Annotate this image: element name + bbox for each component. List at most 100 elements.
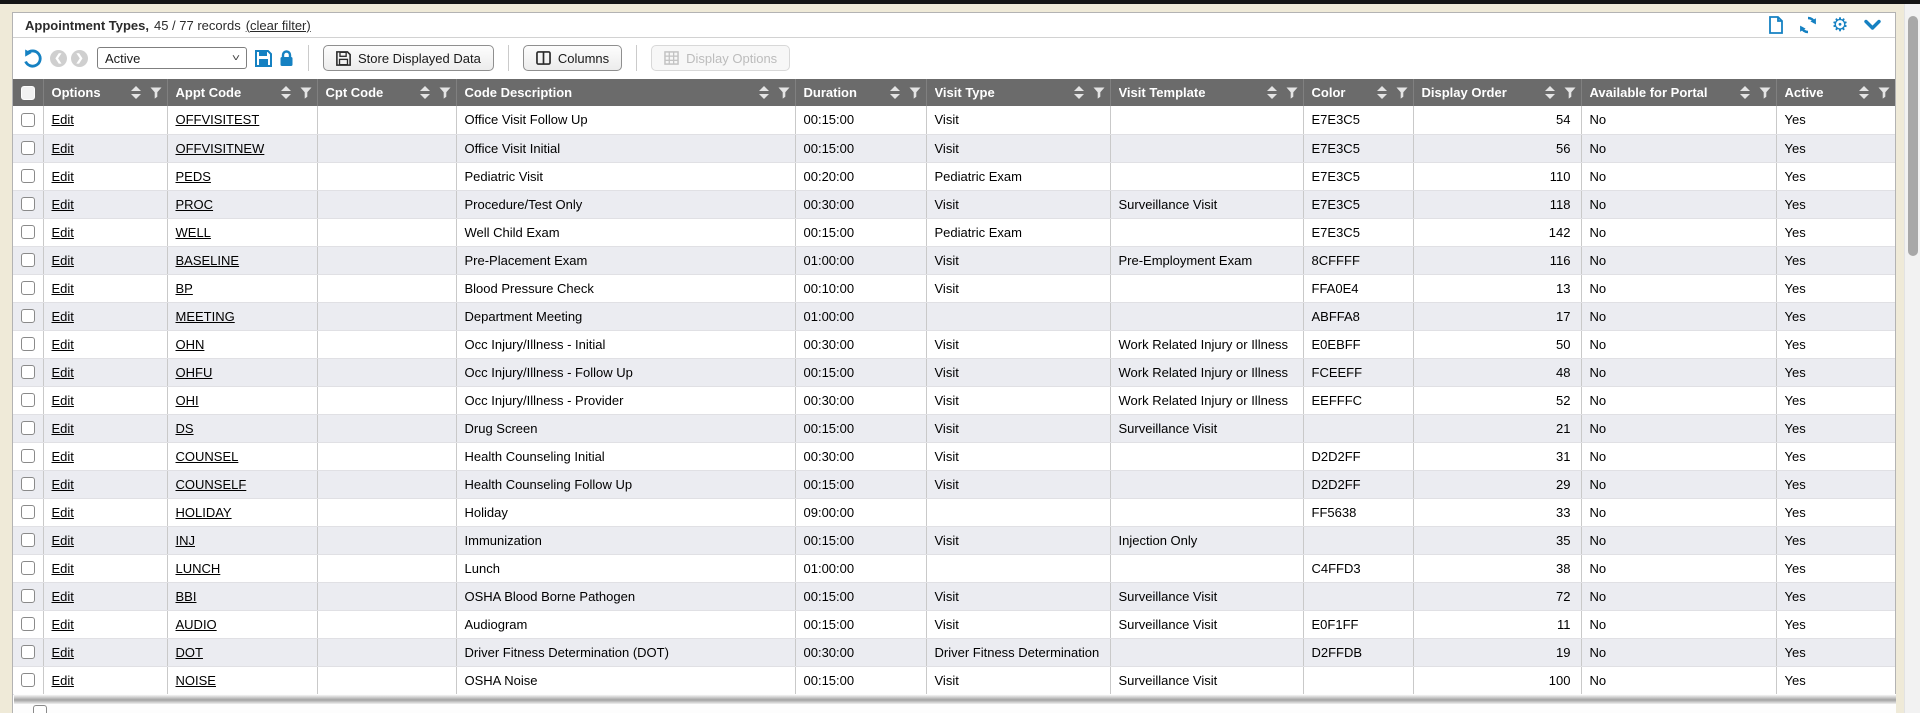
edit-link[interactable]: Edit [52,225,74,240]
sort-icon[interactable] [131,86,141,99]
filter-icon[interactable] [1396,87,1408,99]
edit-link[interactable]: Edit [52,169,74,184]
appt-code-link[interactable]: BBI [176,589,197,604]
row-checkbox[interactable] [21,253,35,267]
row-checkbox[interactable] [21,337,35,351]
filter-icon[interactable] [150,87,162,99]
edit-link[interactable]: Edit [52,617,74,632]
appt-code-link[interactable]: PROC [176,197,214,212]
row-checkbox[interactable] [21,617,35,631]
edit-link[interactable]: Edit [52,673,74,688]
row-checkbox[interactable] [21,141,35,155]
filter-icon[interactable] [909,87,921,99]
appt-code-link[interactable]: HOLIDAY [176,505,232,520]
row-checkbox[interactable] [21,421,35,435]
edit-link[interactable]: Edit [52,533,74,548]
row-checkbox[interactable] [21,309,35,323]
filter-icon[interactable] [1759,87,1771,99]
edit-link[interactable]: Edit [52,337,74,352]
appt-code-link[interactable]: OFFVISITNEW [176,141,265,156]
edit-link[interactable]: Edit [52,449,74,464]
select-all-checkbox[interactable] [21,86,35,100]
row-checkbox[interactable] [21,281,35,295]
row-checkbox[interactable] [21,169,35,183]
appt-code-link[interactable]: INJ [176,533,196,548]
edit-link[interactable]: Edit [52,197,74,212]
filter-icon[interactable] [1564,87,1576,99]
vertical-scrollbar-track[interactable] [1904,4,1920,713]
edit-link[interactable]: Edit [52,393,74,408]
lock-icon[interactable] [279,50,294,67]
page-prev-icon[interactable]: ❮ [50,50,67,67]
edit-link[interactable]: Edit [52,365,74,380]
sort-icon[interactable] [1074,86,1084,99]
edit-link[interactable]: Edit [52,112,74,127]
appt-code-link[interactable]: AUDIO [176,617,217,632]
edit-link[interactable]: Edit [52,281,74,296]
appt-code-link[interactable]: MEETING [176,309,235,324]
row-checkbox[interactable] [21,645,35,659]
edit-link[interactable]: Edit [52,309,74,324]
page-next-icon[interactable]: ❯ [71,50,88,67]
columns-button[interactable]: Columns [523,45,622,71]
appt-code-link[interactable]: COUNSELF [176,477,247,492]
edit-link[interactable]: Edit [52,589,74,604]
refresh-icon[interactable] [1799,16,1817,34]
edit-link[interactable]: Edit [52,505,74,520]
row-checkbox[interactable] [21,225,35,239]
reset-icon[interactable] [22,48,43,69]
filter-icon[interactable] [778,87,790,99]
row-checkbox[interactable] [21,673,35,687]
edit-link[interactable]: Edit [52,141,74,156]
save-filter-icon[interactable] [255,50,272,67]
sort-icon[interactable] [890,86,900,99]
appt-code-link[interactable]: LUNCH [176,561,221,576]
edit-link[interactable]: Edit [52,561,74,576]
edit-link[interactable]: Edit [52,253,74,268]
row-checkbox[interactable] [21,113,35,127]
row-checkbox[interactable] [21,197,35,211]
edit-link[interactable]: Edit [52,645,74,660]
appt-code-link[interactable]: OHN [176,337,205,352]
appt-code-link[interactable]: WELL [176,225,211,240]
filter-icon[interactable] [1093,87,1105,99]
row-checkbox[interactable] [21,393,35,407]
new-document-icon[interactable] [1767,16,1785,34]
filter-icon[interactable] [1286,87,1298,99]
appt-code-link[interactable]: PEDS [176,169,211,184]
store-displayed-data-button[interactable]: Store Displayed Data [323,45,494,71]
appt-code-link[interactable]: OHI [176,393,199,408]
appt-code-link[interactable]: COUNSEL [176,449,239,464]
row-checkbox[interactable] [21,505,35,519]
sort-icon[interactable] [1740,86,1750,99]
appt-code-link[interactable]: BASELINE [176,253,240,268]
sort-icon[interactable] [1377,86,1387,99]
row-checkbox[interactable] [21,589,35,603]
appt-code-link[interactable]: OFFVISITEST [176,112,260,127]
appt-code-link[interactable]: BP [176,281,193,296]
filter-icon[interactable] [300,87,312,99]
filter-icon[interactable] [439,87,451,99]
clear-filter-link[interactable]: (clear filter) [246,18,311,33]
filter-icon[interactable] [1878,87,1890,99]
row-checkbox[interactable] [21,365,35,379]
sort-icon[interactable] [281,86,291,99]
row-checkbox[interactable] [33,705,47,713]
status-filter-select[interactable]: Active ˅ [97,47,247,69]
chevron-down-icon[interactable] [1863,16,1881,34]
row-checkbox[interactable] [21,533,35,547]
row-checkbox[interactable] [21,477,35,491]
appt-code-link[interactable]: DOT [176,645,203,660]
sort-icon[interactable] [1545,86,1555,99]
vertical-scrollbar-thumb[interactable] [1908,16,1918,256]
row-checkbox[interactable] [21,449,35,463]
sort-icon[interactable] [759,86,769,99]
edit-link[interactable]: Edit [52,421,74,436]
edit-link[interactable]: Edit [52,477,74,492]
gear-icon[interactable]: ⚙ [1831,16,1849,34]
sort-icon[interactable] [1859,86,1869,99]
appt-code-link[interactable]: OHFU [176,365,213,380]
appt-code-link[interactable]: NOISE [176,673,216,688]
sort-icon[interactable] [420,86,430,99]
sort-icon[interactable] [1267,86,1277,99]
